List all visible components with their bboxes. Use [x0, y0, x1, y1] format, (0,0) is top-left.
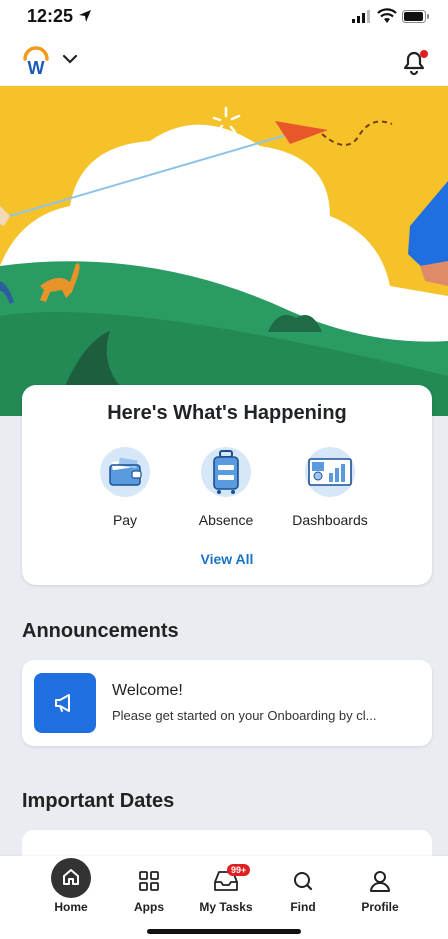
announcement-icon-tile	[34, 673, 96, 733]
search-icon	[294, 872, 313, 891]
happening-card: Here's What's Happening Pay Absence Dash…	[22, 385, 432, 585]
quick-link-absence[interactable]: Absence	[171, 447, 281, 528]
view-all-link[interactable]: View All	[22, 551, 432, 567]
nav-my-tasks[interactable]: 99+ My Tasks	[191, 858, 261, 914]
luggage-icon	[213, 450, 239, 494]
dashboard-icon	[308, 458, 352, 486]
announcements-heading: Announcements	[22, 620, 179, 642]
quick-link-label: Pay	[112, 512, 138, 528]
tasks-count-badge: 99+	[227, 864, 251, 876]
status-bar: 12:25	[0, 0, 448, 34]
nav-home[interactable]: Home	[36, 858, 106, 914]
happening-title: Here's What's Happening	[107, 402, 347, 424]
wifi-icon	[377, 8, 397, 23]
quick-link-label: Absence	[198, 512, 254, 528]
person-icon	[370, 871, 390, 892]
cellular-signal-icon	[352, 10, 370, 23]
announcement-item[interactable]: Welcome! Please get started on your Onbo…	[22, 660, 432, 746]
chevron-down-icon[interactable]	[62, 54, 78, 64]
announcement-body: Please get started on your Onboarding by…	[112, 708, 377, 723]
home-indicator[interactable]	[147, 929, 301, 934]
nav-label: Home	[54, 900, 88, 914]
quick-link-dashboards[interactable]: Dashboards	[275, 447, 385, 528]
nav-find[interactable]: Find	[268, 858, 338, 914]
home-icon	[63, 869, 79, 885]
workday-logo-icon[interactable]: W	[22, 46, 50, 76]
notification-dot	[420, 50, 428, 58]
apps-grid-icon	[139, 871, 159, 891]
announcement-heading: Welcome!	[112, 682, 183, 699]
hero-illustration	[0, 86, 448, 416]
wallet-icon	[109, 457, 142, 486]
nav-label: Apps	[134, 900, 164, 914]
inbox-icon	[214, 871, 238, 891]
battery-icon	[402, 10, 429, 23]
status-time: 12:25	[27, 6, 74, 26]
nav-apps[interactable]: Apps	[114, 858, 184, 914]
nav-label: Profile	[361, 900, 399, 914]
logo-letter: W	[28, 58, 45, 76]
nav-profile[interactable]: Profile	[345, 858, 415, 914]
bottom-nav: Home Apps 99+ My Tasks Find Profile	[0, 856, 448, 939]
nav-label: My Tasks	[199, 900, 253, 914]
location-arrow-icon	[79, 10, 91, 22]
quick-link-pay[interactable]: Pay	[70, 447, 180, 528]
notification-bell-icon[interactable]	[400, 48, 430, 76]
important-dates-heading: Important Dates	[22, 790, 175, 812]
app-header: W	[0, 34, 448, 86]
nav-label: Find	[290, 900, 316, 914]
megaphone-icon	[55, 694, 70, 712]
quick-link-label: Dashboards	[292, 512, 368, 528]
